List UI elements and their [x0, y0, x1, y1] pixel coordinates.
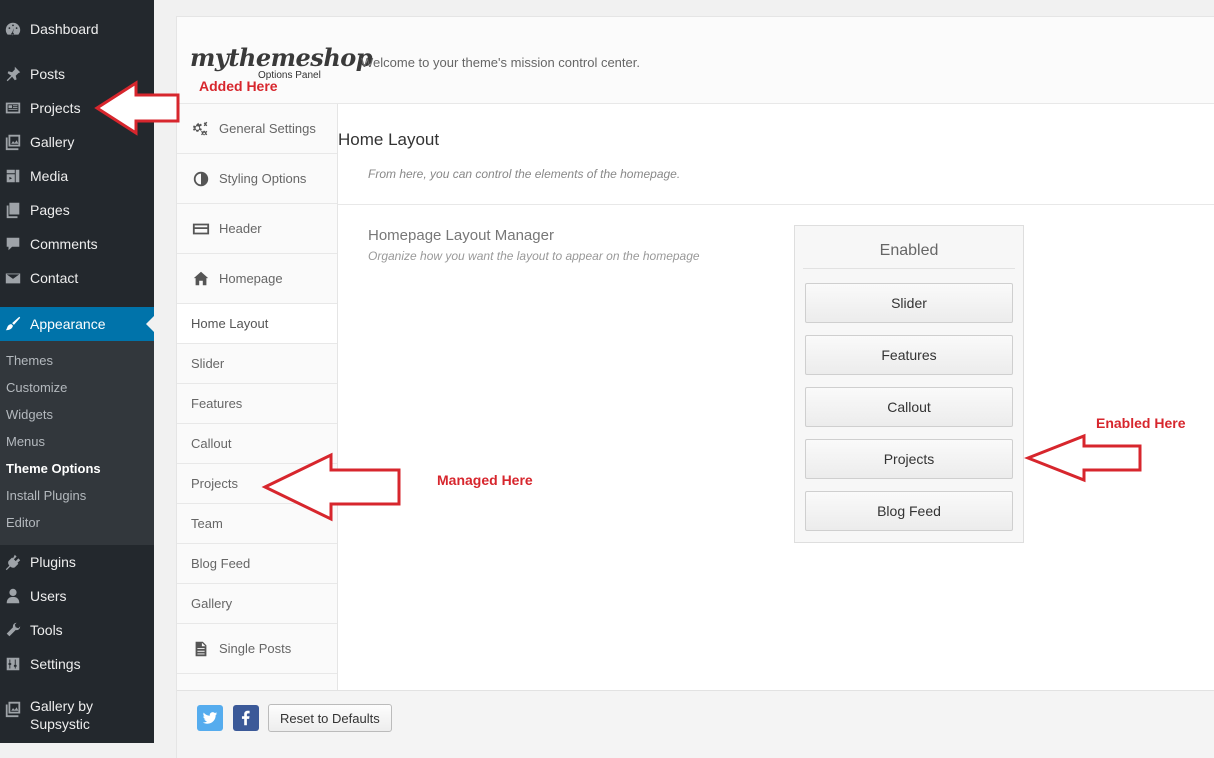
field-description: Organize how you want the layout to appe…	[368, 249, 700, 263]
gallery-icon	[3, 699, 23, 719]
document-icon	[191, 639, 211, 659]
section-description: From here, you can control the elements …	[368, 167, 681, 181]
pin-icon	[3, 64, 23, 84]
content-area: Home Layout From here, you can control t…	[338, 104, 1214, 690]
submenu-install-plugins[interactable]: Install Plugins	[6, 486, 86, 506]
nav-header-label: Header	[219, 221, 262, 236]
options-nav: General Settings Styling Options Header …	[177, 104, 338, 690]
annotation-arrow-managed	[261, 452, 401, 522]
menu-tools-label: Tools	[30, 622, 63, 638]
menu-dashboard-label: Dashboard	[30, 21, 99, 37]
section-divider	[338, 204, 1214, 205]
panel-header: mythemeshop Options Panel Welcome to you…	[177, 17, 1214, 104]
appearance-submenu: Themes Customize Widgets Menus Theme Opt…	[0, 341, 154, 545]
nav-gallery[interactable]: Gallery	[177, 584, 337, 624]
submenu-customize[interactable]: Customize	[6, 378, 67, 398]
menu-pages-label: Pages	[30, 202, 70, 218]
menu-dashboard[interactable]: Dashboard	[0, 12, 154, 46]
twitter-icon[interactable]	[197, 705, 223, 731]
menu-comments[interactable]: Comments	[0, 227, 154, 261]
menu-appearance[interactable]: Appearance	[0, 307, 154, 341]
menu-projects-label: Projects	[30, 100, 81, 116]
nav-single-posts-label: Single Posts	[219, 641, 292, 656]
gears-icon	[191, 119, 211, 139]
annotation-managed-here: Managed Here	[437, 472, 533, 488]
submenu-themes[interactable]: Themes	[6, 351, 53, 371]
user-icon	[3, 586, 23, 606]
annotation-enabled-here: Enabled Here	[1096, 415, 1186, 431]
enabled-blocks-box: Enabled Slider Features Callout Projects…	[794, 225, 1024, 543]
mythemeshop-logo: mythemeshop	[190, 43, 373, 72]
portfolio-icon	[3, 98, 23, 118]
menu-comments-label: Comments	[30, 236, 98, 252]
menu-contact-label: Contact	[30, 270, 79, 286]
reset-to-defaults-button[interactable]: Reset to Defaults	[268, 704, 392, 732]
options-panel: mythemeshop Options Panel Welcome to you…	[176, 16, 1214, 758]
enabled-title: Enabled	[803, 234, 1015, 269]
submenu-theme-options[interactable]: Theme Options	[6, 459, 101, 479]
menu-users[interactable]: Users	[0, 579, 154, 613]
layout-block-callout[interactable]: Callout	[805, 387, 1013, 427]
menu-appearance-label: Appearance	[30, 316, 106, 332]
nav-styling-options[interactable]: Styling Options	[177, 154, 337, 204]
menu-media[interactable]: Media	[0, 159, 154, 193]
menu-contact[interactable]: Contact	[0, 261, 154, 295]
nav-features[interactable]: Features	[177, 384, 337, 424]
menu-gallery-supsystic[interactable]: Gallery by Supsystic	[0, 691, 154, 737]
media-icon	[3, 166, 23, 186]
menu-users-label: Users	[30, 588, 67, 604]
menu-settings[interactable]: Settings	[0, 647, 154, 681]
nav-single-posts[interactable]: Single Posts	[177, 624, 337, 674]
layout-block-features[interactable]: Features	[805, 335, 1013, 375]
field-label: Homepage Layout Manager	[368, 227, 554, 244]
gallery-icon	[3, 132, 23, 152]
dashboard-icon	[3, 19, 23, 39]
comment-icon	[3, 234, 23, 254]
settings-icon	[3, 654, 23, 674]
menu-posts-label: Posts	[30, 66, 66, 82]
submenu-widgets[interactable]: Widgets	[6, 405, 53, 425]
pages-icon	[3, 200, 23, 220]
nav-header[interactable]: Header	[177, 204, 337, 254]
menu-gallery-supsystic-label: Gallery by Supsystic	[30, 697, 93, 733]
nav-homepage-label: Homepage	[219, 271, 283, 286]
contrast-icon	[191, 169, 211, 189]
submenu-editor[interactable]: Editor	[6, 513, 40, 533]
menu-gallery-supsystic-line2: Supsystic	[30, 716, 90, 732]
panel-footer: Reset to Defaults	[177, 690, 1214, 758]
nav-general-settings-label: General Settings	[219, 121, 316, 136]
layout-block-blog-feed[interactable]: Blog Feed	[805, 491, 1013, 531]
layout-block-projects[interactable]: Projects	[805, 439, 1013, 479]
layout-block-slider[interactable]: Slider	[805, 283, 1013, 323]
facebook-icon[interactable]	[233, 705, 259, 731]
envelope-icon	[3, 268, 23, 288]
nav-homepage[interactable]: Homepage	[177, 254, 337, 304]
home-icon	[191, 269, 211, 289]
annotation-arrow-added	[94, 80, 180, 136]
nav-styling-options-label: Styling Options	[219, 171, 307, 186]
welcome-text: Welcome to your theme's mission control …	[361, 55, 640, 70]
nav-general-settings[interactable]: General Settings	[177, 104, 337, 154]
wrench-icon	[3, 620, 23, 640]
credit-card-icon	[191, 219, 211, 239]
menu-settings-label: Settings	[30, 656, 81, 672]
menu-plugins-label: Plugins	[30, 554, 76, 570]
menu-media-label: Media	[30, 168, 69, 184]
menu-gallery-label: Gallery	[30, 134, 75, 150]
plugin-icon	[3, 552, 23, 572]
nav-home-layout[interactable]: Home Layout	[177, 304, 337, 344]
annotation-added-here: Added Here	[199, 78, 278, 94]
menu-plugins[interactable]: Plugins	[0, 545, 154, 579]
menu-gallery-supsystic-line1: Gallery by	[30, 698, 94, 714]
paintbrush-icon	[3, 314, 23, 334]
nav-blog-feed[interactable]: Blog Feed	[177, 544, 337, 584]
section-title: Home Layout	[338, 130, 440, 149]
submenu-menus[interactable]: Menus	[6, 432, 45, 452]
menu-pages[interactable]: Pages	[0, 193, 154, 227]
annotation-arrow-enabled	[1024, 433, 1142, 483]
menu-tools[interactable]: Tools	[0, 613, 154, 647]
nav-slider[interactable]: Slider	[177, 344, 337, 384]
